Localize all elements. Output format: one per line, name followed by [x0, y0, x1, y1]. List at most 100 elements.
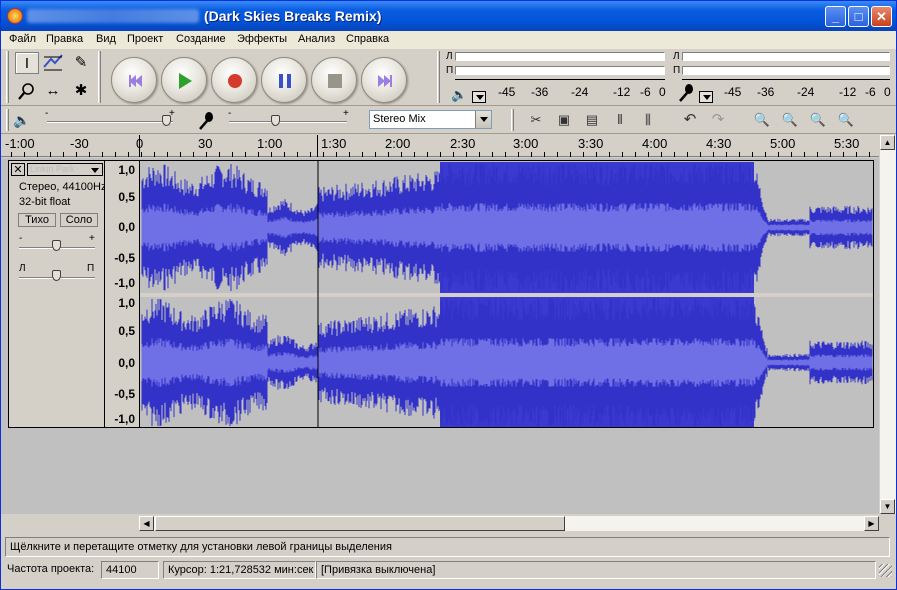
menu-help[interactable]: Справка [346, 33, 389, 45]
vertical-scrollbar[interactable]: ▲ ▼ [879, 135, 896, 514]
track-control-panel[interactable]: ✕ Linkin Park Стерео, 44100Hz 32-bit flo… [8, 160, 106, 428]
input-mic-icon [197, 111, 215, 134]
solo-button[interactable]: Соло [60, 213, 98, 227]
project-rate-field[interactable]: 44100 [101, 561, 159, 579]
ruler-tick [661, 152, 662, 157]
pause-button[interactable] [261, 57, 307, 103]
ruler-tick [362, 152, 363, 157]
ruler-tick [531, 152, 532, 157]
resize-grip-icon[interactable] [879, 564, 892, 577]
output-volume-thumb[interactable] [162, 115, 171, 126]
meter-in-tick: -36 [757, 85, 775, 99]
toolbar-grip[interactable] [6, 51, 9, 103]
gain-max-label: + [89, 233, 95, 244]
input-volume-slider[interactable] [229, 121, 347, 123]
track-name-dropdown[interactable]: Linkin Park [27, 163, 103, 176]
toolbar-grip[interactable] [511, 109, 514, 131]
chevron-down-icon[interactable] [475, 111, 491, 128]
play-button[interactable] [161, 57, 207, 103]
horizontal-scroll-thumb[interactable] [155, 516, 565, 531]
ruler-tick [349, 152, 350, 157]
ruler-tick [193, 152, 194, 157]
zoom-tool-icon[interactable] [15, 80, 39, 102]
skip-end-button[interactable] [361, 57, 407, 103]
mute-button[interactable]: Тихо [18, 213, 56, 227]
toolbar-grip[interactable] [437, 51, 440, 103]
meter-out-dropdown[interactable] [472, 91, 486, 103]
fit-selection-icon[interactable]: 🔍 [807, 109, 829, 131]
in-volume-max-label: + [343, 108, 349, 119]
ruler-label: -1:00 [5, 136, 35, 151]
meter-out-tick: 0 [659, 85, 666, 99]
ruler-tick [466, 152, 467, 157]
ruler-tick [375, 152, 376, 157]
silence-icon[interactable]: ⫼ [637, 109, 659, 131]
menu-effects[interactable]: Эффекты [237, 33, 287, 45]
ruler-tick [830, 152, 831, 157]
zoom-out-icon[interactable]: 🔍 [779, 109, 801, 131]
title-bar[interactable]: (Dark Skies Breaks Remix) _ □ ✕ [1, 1, 896, 31]
meter-out-tick: -24 [571, 85, 589, 99]
pan-left-label: Л [19, 263, 26, 274]
menu-file[interactable]: Файл [9, 33, 36, 45]
redo-icon[interactable]: ↷ [707, 109, 729, 131]
scroll-left-icon[interactable]: ◀ [139, 516, 154, 531]
input-volume-thumb[interactable] [271, 115, 280, 126]
ruler-tick [102, 152, 103, 157]
gain-thumb[interactable] [52, 240, 61, 251]
copy-icon[interactable]: ▣ [553, 109, 575, 131]
zoom-in-icon[interactable]: 🔍 [751, 109, 773, 131]
pan-right-label: П [87, 263, 95, 274]
track-close-button[interactable]: ✕ [11, 163, 25, 176]
close-button[interactable]: ✕ [871, 6, 892, 27]
record-button[interactable] [211, 57, 257, 103]
timeshift-tool-icon[interactable]: ↔ [41, 80, 65, 102]
ruler-tick [388, 152, 389, 157]
ruler-tick [63, 152, 64, 157]
ruler-tick [843, 152, 844, 157]
menu-analyze[interactable]: Анализ [298, 33, 335, 45]
ruler-label: 2:00 [385, 136, 411, 151]
toolbar-grip[interactable] [98, 51, 101, 103]
paste-icon[interactable]: ▤ [581, 109, 603, 131]
horizontal-scrollbar[interactable]: ◀ ▶ [139, 516, 879, 531]
meter-out-right-label: П [446, 65, 454, 76]
ruler-tick [804, 152, 805, 157]
envelope-tool-icon[interactable] [41, 52, 65, 74]
menu-view[interactable]: Вид [96, 33, 116, 45]
cut-icon[interactable]: ✂ [525, 109, 547, 131]
scroll-down-icon[interactable]: ▼ [880, 499, 895, 514]
undo-icon[interactable]: ↶ [679, 109, 701, 131]
fit-project-icon[interactable]: 🔍 [835, 109, 857, 131]
menu-edit[interactable]: Правка [46, 33, 83, 45]
minimize-button[interactable]: _ [825, 6, 846, 27]
selection-tool-icon[interactable]: I [15, 52, 39, 74]
toolbar-grip[interactable] [6, 109, 9, 131]
skip-start-button[interactable] [111, 57, 157, 103]
ruler-tick [440, 152, 441, 157]
menu-generate[interactable]: Создание [176, 33, 226, 45]
microphone-icon[interactable] [677, 83, 695, 106]
timeline-ruler[interactable] [1, 135, 881, 157]
ruler-label: 30 [198, 136, 213, 151]
menu-project[interactable]: Проект [127, 33, 163, 45]
ruler-tick [752, 152, 753, 157]
trim-icon[interactable]: ⫴ [609, 109, 631, 131]
ruler-tick [50, 152, 51, 157]
draw-tool-icon[interactable]: ✎ [69, 52, 93, 74]
waveform[interactable] [139, 160, 874, 428]
ruler-tick [336, 152, 337, 157]
meter-in-dropdown[interactable] [699, 91, 713, 103]
speaker-icon[interactable]: 🔈 [451, 87, 467, 103]
scroll-up-icon[interactable]: ▲ [880, 135, 895, 150]
multi-tool-icon[interactable]: ✱ [69, 80, 93, 102]
ruler-tick [89, 152, 90, 157]
stop-button[interactable] [311, 57, 357, 103]
maximize-button[interactable]: □ [848, 6, 869, 27]
ruler-label: -30 [70, 136, 89, 151]
output-volume-slider[interactable] [47, 121, 173, 123]
pan-thumb[interactable] [52, 270, 61, 281]
input-source-select[interactable]: Stereo Mix [369, 110, 492, 129]
scroll-right-icon[interactable]: ▶ [864, 516, 879, 531]
project-rate-label: Частота проекта: [3, 561, 100, 579]
